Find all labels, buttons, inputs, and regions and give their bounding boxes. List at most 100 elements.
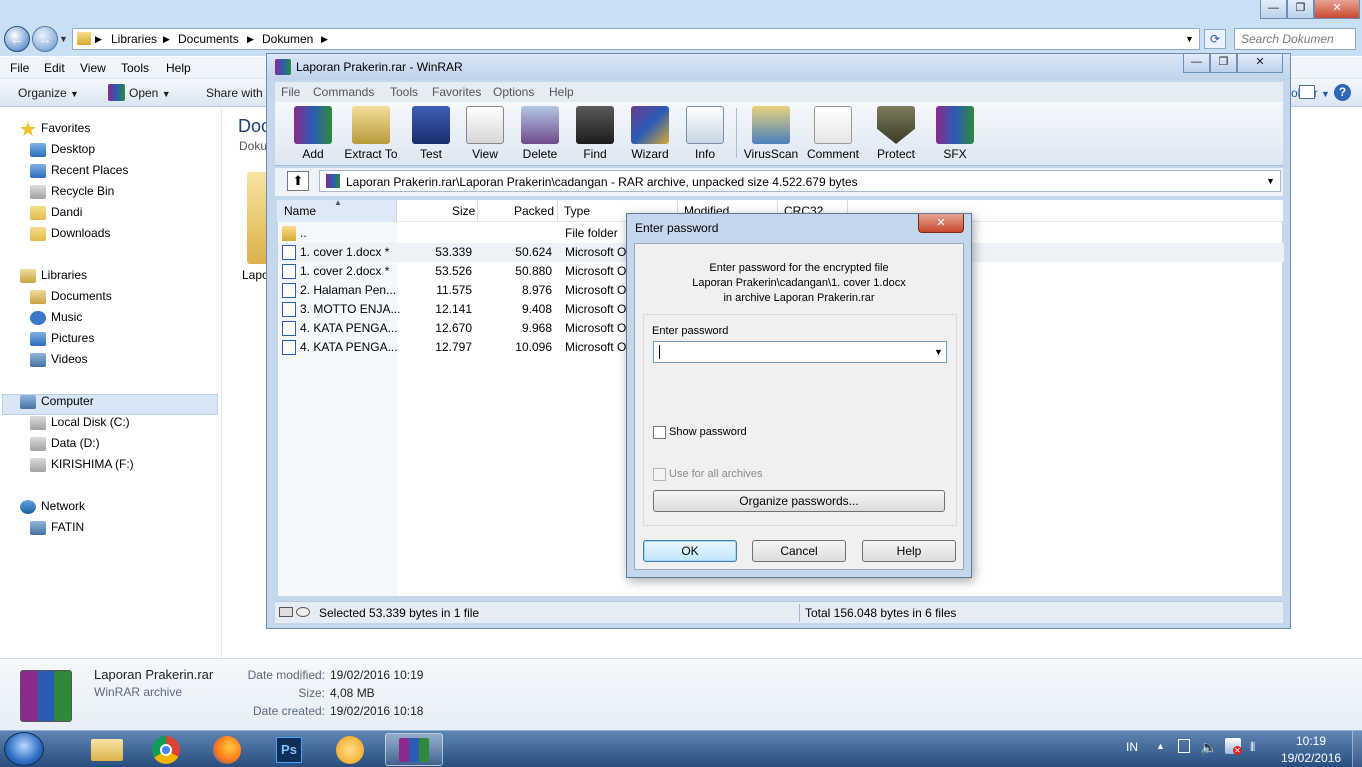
nav-item-fatin[interactable]: FATIN: [30, 517, 84, 537]
show-password-checkbox[interactable]: [653, 426, 666, 439]
nav-item-recycle-bin[interactable]: Recycle Bin: [30, 181, 114, 201]
tool-view-button[interactable]: View: [457, 104, 513, 161]
archive-path-combobox[interactable]: Laporan Prakerin.rar\Laporan Prakerin\ca…: [319, 170, 1281, 192]
volume-icon[interactable]: 🔈: [1200, 739, 1217, 756]
breadcrumb-dokumen[interactable]: Dokumen: [262, 32, 313, 46]
show-hidden-icons-button[interactable]: ▲: [1156, 741, 1165, 751]
organize-passwords-button[interactable]: Organize passwords...: [653, 490, 945, 512]
close-button[interactable]: ✕: [1314, 0, 1360, 19]
search-input[interactable]: Search Dokumen: [1234, 28, 1356, 50]
nav-item-kirishima[interactable]: KIRISHIMA (F:): [30, 454, 134, 474]
use-for-all-checkbox[interactable]: [653, 468, 666, 481]
back-button[interactable]: ←: [4, 26, 30, 52]
password-input[interactable]: ▼: [653, 341, 947, 363]
nav-libraries[interactable]: Libraries: [20, 265, 87, 285]
nav-favorites[interactable]: Favorites: [20, 118, 90, 138]
nav-item-desktop[interactable]: Desktop: [30, 139, 95, 159]
nav-item-dandi[interactable]: Dandi: [30, 202, 82, 222]
tool-wizard-button[interactable]: Wizard: [622, 104, 678, 161]
show-password-label[interactable]: Show password: [669, 426, 747, 438]
winrar-minimize-button[interactable]: —: [1183, 54, 1210, 73]
taskbar-photoshop-button[interactable]: Ps: [260, 733, 318, 766]
ok-button[interactable]: OK: [643, 540, 737, 562]
wr-menu-file[interactable]: File: [281, 85, 300, 99]
maximize-button[interactable]: ❐: [1287, 0, 1314, 19]
firefox-icon: [213, 736, 241, 764]
tool-sfx-button[interactable]: SFX: [927, 104, 983, 161]
help-icon[interactable]: ?: [1334, 84, 1351, 101]
recent-pages-dropdown[interactable]: ▼: [59, 34, 68, 44]
nav-item-recent-places[interactable]: Recent Places: [30, 160, 128, 180]
nav-item-data-d[interactable]: Data (D:): [30, 433, 100, 453]
up-folder-button[interactable]: ⬆: [287, 171, 309, 191]
address-dropdown-icon[interactable]: ▼: [1185, 34, 1194, 44]
col-name[interactable]: Name: [284, 204, 316, 218]
signal-icon[interactable]: ⦀: [1250, 740, 1255, 755]
menu-edit[interactable]: Edit: [44, 61, 65, 75]
dialog-close-button[interactable]: ✕: [918, 214, 964, 233]
tool-comment-button[interactable]: Comment: [802, 104, 864, 161]
col-packed[interactable]: Packed: [514, 204, 554, 218]
nav-item-local-disk[interactable]: Local Disk (C:): [30, 412, 130, 432]
language-indicator[interactable]: IN: [1126, 740, 1138, 754]
tool-virusscan-button[interactable]: VirusScan: [739, 104, 803, 161]
tool-delete-button[interactable]: Delete: [512, 104, 568, 161]
open-button[interactable]: Open ▼: [129, 86, 171, 100]
nav-item-documents[interactable]: Documents: [30, 286, 112, 306]
nav-computer[interactable]: Computer: [20, 391, 94, 411]
breadcrumb-chevron-icon[interactable]: ▶: [247, 34, 254, 45]
breadcrumb-documents[interactable]: Documents: [178, 32, 239, 46]
breadcrumb-chevron-icon[interactable]: ▶: [95, 34, 102, 45]
taskbar-winrar-button[interactable]: [385, 733, 443, 766]
tool-add-button[interactable]: Add: [285, 104, 341, 161]
chevron-down-icon[interactable]: ▼: [1266, 176, 1275, 186]
tool-info-button[interactable]: Info: [677, 104, 733, 161]
wr-menu-favorites[interactable]: Favorites: [432, 85, 481, 99]
chevron-down-icon[interactable]: ▼: [934, 347, 943, 357]
wr-menu-options[interactable]: Options: [493, 85, 534, 99]
taskbar-firefox-button[interactable]: [199, 733, 257, 766]
breadcrumb-chevron-icon[interactable]: ▶: [163, 34, 170, 45]
menu-file[interactable]: File: [10, 61, 29, 75]
preview-pane-icon[interactable]: [1299, 85, 1315, 99]
col-type[interactable]: Type: [564, 204, 590, 218]
tool-label: View: [472, 147, 498, 161]
menu-view[interactable]: View: [80, 61, 106, 75]
share-with-button[interactable]: Share with: [206, 86, 263, 100]
organize-button[interactable]: Organize ▼: [18, 86, 79, 100]
tool-test-button[interactable]: Test: [403, 104, 459, 161]
breadcrumb-chevron-icon[interactable]: ▶: [321, 34, 328, 45]
taskbar-chrome-button[interactable]: [138, 733, 196, 766]
cancel-button[interactable]: Cancel: [752, 540, 846, 562]
clock-date[interactable]: 19/02/2016: [1281, 751, 1341, 765]
refresh-icon[interactable]: ⟳: [1204, 29, 1226, 49]
action-center-icon[interactable]: [1178, 739, 1190, 753]
wr-menu-help[interactable]: Help: [549, 85, 574, 99]
start-button[interactable]: [4, 732, 44, 766]
nav-item-music[interactable]: Music: [30, 307, 82, 327]
winrar-close-button[interactable]: ✕: [1237, 54, 1283, 73]
tool-find-button[interactable]: Find: [567, 104, 623, 161]
tool-extract-button[interactable]: Extract To: [341, 104, 401, 161]
menu-tools[interactable]: Tools: [121, 61, 149, 75]
tool-protect-button[interactable]: Protect: [865, 104, 927, 161]
taskbar-explorer-button[interactable]: [78, 733, 136, 766]
col-size[interactable]: Size: [452, 204, 475, 218]
wr-menu-commands[interactable]: Commands: [313, 85, 374, 99]
clock-time[interactable]: 10:19: [1296, 734, 1326, 748]
nav-item-downloads[interactable]: Downloads: [30, 223, 110, 243]
nav-item-videos[interactable]: Videos: [30, 349, 87, 369]
folder-label[interactable]: Lapo: [242, 268, 269, 282]
nav-item-pictures[interactable]: Pictures: [30, 328, 94, 348]
nav-network[interactable]: Network: [20, 496, 85, 516]
minimize-button[interactable]: —: [1260, 0, 1287, 19]
address-bar[interactable]: ▶ Libraries ▶ Documents ▶ Dokumen ▶ ▼: [72, 28, 1200, 50]
help-button[interactable]: Help: [862, 540, 956, 562]
show-desktop-button[interactable]: [1352, 731, 1362, 767]
menu-help[interactable]: Help: [166, 61, 191, 75]
taskbar-ucbrowser-button[interactable]: [322, 733, 380, 766]
forward-button[interactable]: →: [32, 26, 58, 52]
winrar-maximize-button[interactable]: ❐: [1210, 54, 1237, 73]
wr-menu-tools[interactable]: Tools: [390, 85, 418, 99]
breadcrumb-libraries[interactable]: Libraries: [111, 32, 157, 46]
